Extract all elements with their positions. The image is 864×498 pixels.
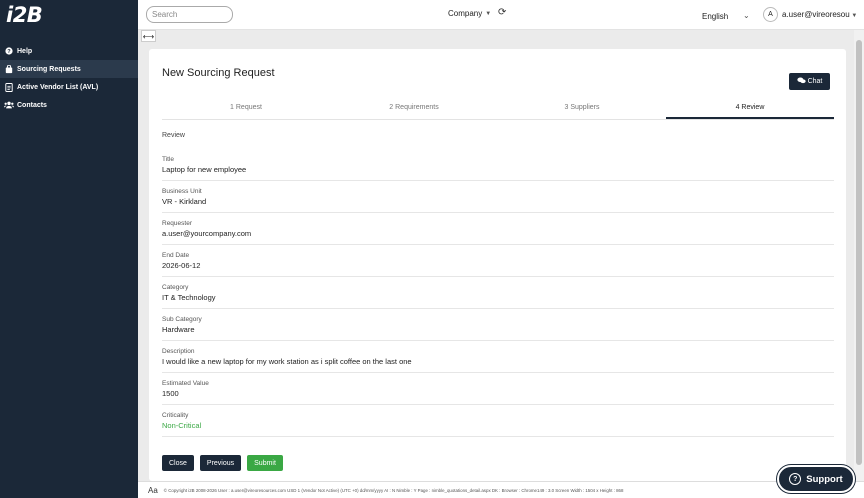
scrollbar-thumb[interactable] <box>856 40 862 465</box>
search-input[interactable] <box>146 6 233 23</box>
sidebar-item-sourcing-requests[interactable]: Sourcing Requests <box>0 60 138 78</box>
field-estimated-value: Estimated Value 1500 <box>162 373 834 405</box>
sidebar-item-contacts[interactable]: Contacts <box>0 96 138 114</box>
footer-info: © Copyright i2B 2008-2026 User : a.user@… <box>163 487 624 493</box>
sidebar-item-label: Help <box>17 47 33 55</box>
shopping-bag-icon <box>4 64 14 74</box>
app-root: i2B ? Help Sourcing Requests Active Vend… <box>0 0 864 498</box>
company-dropdown[interactable]: Company ▼ <box>448 9 491 18</box>
field-label: Business Unit <box>162 188 202 195</box>
sidebar-item-help[interactable]: ? Help <box>0 42 138 60</box>
scrollbar[interactable] <box>854 30 864 481</box>
section-heading: Review <box>162 132 185 139</box>
field-end-date: End Date 2026-06-12 <box>162 245 834 277</box>
chevron-down-icon[interactable]: ⌄ <box>743 11 750 20</box>
logo[interactable]: i2B <box>6 3 43 27</box>
field-value: Non-Critical <box>162 421 202 430</box>
field-label: Requester <box>162 220 192 227</box>
field-value: Hardware <box>162 325 195 334</box>
field-value: IT & Technology <box>162 293 216 302</box>
tab-request[interactable]: 1 Request <box>162 101 330 119</box>
main-content: ⟷ New Sourcing Request Chat 1 Request 2 … <box>138 30 854 481</box>
field-value: VR - Kirkland <box>162 197 207 206</box>
field-business-unit: Business Unit VR - Kirkland <box>162 181 834 213</box>
previous-button[interactable]: Previous <box>199 455 242 471</box>
close-button[interactable]: Close <box>162 455 194 471</box>
tab-suppliers[interactable]: 3 Suppliers <box>498 101 666 119</box>
sidebar-item-label: Active Vendor List (AVL) <box>17 83 99 91</box>
review-fields: Title Laptop for new employee Business U… <box>162 149 834 437</box>
list-icon <box>4 82 14 92</box>
field-label: Category <box>162 284 189 291</box>
sidebar-item-label: Contacts <box>17 101 47 109</box>
sidebar-item-label: Sourcing Requests <box>17 65 81 73</box>
field-description: Description I would like a new laptop fo… <box>162 341 834 373</box>
question-circle-icon: ? <box>4 46 14 56</box>
topbar: Company ▼ ⟳ English ⌄ A a.user@vireoreso… <box>138 0 864 30</box>
user-email: a.user@vireoresou <box>782 10 850 19</box>
field-label: Criticality <box>162 412 189 419</box>
field-label: Description <box>162 348 195 355</box>
wizard-steps: 1 Request 2 Requirements 3 Suppliers 4 R… <box>162 101 834 120</box>
field-requester: Requester a.user@yourcompany.com <box>162 213 834 245</box>
page-title: New Sourcing Request <box>162 67 275 79</box>
field-value: I would like a new laptop for my work st… <box>162 357 412 366</box>
caret-down-icon: ▼ <box>485 10 492 17</box>
footer: Aa © Copyright i2B 2008-2026 User : a.us… <box>138 481 864 498</box>
sidebar-item-avl[interactable]: Active Vendor List (AVL) <box>0 78 138 96</box>
field-title: Title Laptop for new employee <box>162 149 834 181</box>
field-label: Estimated Value <box>162 380 209 387</box>
svg-text:?: ? <box>7 49 11 55</box>
sidebar-nav: ? Help Sourcing Requests Active Vendor L… <box>0 42 138 114</box>
field-sub-category: Sub Category Hardware <box>162 309 834 341</box>
comments-icon <box>796 77 806 86</box>
support-button[interactable]: ? Support <box>777 465 855 493</box>
tab-review[interactable]: 4 Review <box>666 101 834 119</box>
submit-button[interactable]: Submit <box>247 455 283 471</box>
field-label: Title <box>162 156 175 163</box>
field-value: a.user@yourcompany.com <box>162 229 252 238</box>
avatar[interactable]: A <box>763 7 778 22</box>
tab-requirements[interactable]: 2 Requirements <box>330 101 498 119</box>
question-circle-icon: ? <box>789 473 802 485</box>
sidebar: i2B ? Help Sourcing Requests Active Vend… <box>0 0 138 498</box>
field-category: Category IT & Technology <box>162 277 834 309</box>
support-label: Support <box>806 473 843 485</box>
field-label: End Date <box>162 252 190 259</box>
field-value: 1500 <box>162 389 179 398</box>
user-menu[interactable]: a.user@vireoresou ▼ <box>782 10 864 19</box>
caret-down-icon: ▼ <box>849 13 858 19</box>
language-select[interactable]: English <box>702 12 728 21</box>
sidebar-toggle-button[interactable]: ⟷ <box>141 30 156 42</box>
arrows-horizontal-icon: ⟷ <box>142 31 155 41</box>
chat-button[interactable]: Chat <box>789 73 830 90</box>
field-label: Sub Category <box>162 316 202 323</box>
field-value: Laptop for new employee <box>162 165 247 174</box>
company-label: Company <box>448 9 483 18</box>
users-icon <box>4 100 14 110</box>
chat-label: Chat <box>807 78 823 85</box>
field-value: 2026-06-12 <box>162 261 201 270</box>
form-actions: Close Previous Submit <box>162 455 283 471</box>
request-card: New Sourcing Request Chat 1 Request 2 Re… <box>149 49 846 481</box>
field-criticality: Criticality Non-Critical <box>162 405 834 437</box>
refresh-icon[interactable]: ⟳ <box>498 7 506 18</box>
font-size-toggle[interactable]: Aa <box>148 486 158 495</box>
